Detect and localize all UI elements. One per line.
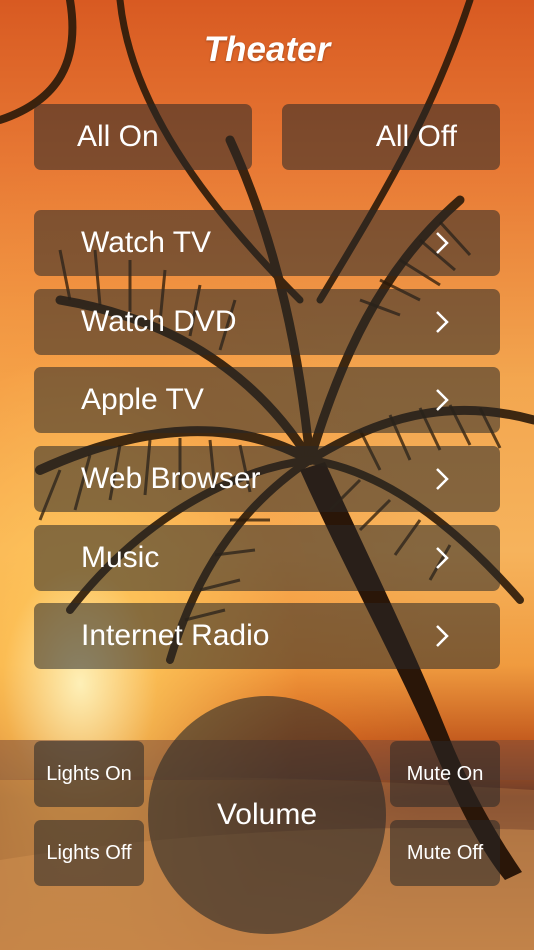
menu-item-watch-dvd[interactable]: Watch DVD <box>34 289 500 355</box>
menu-item-label: Music <box>81 541 160 574</box>
chevron-right-icon <box>422 459 462 499</box>
menu-item-internet-radio[interactable]: Internet Radio <box>34 603 500 669</box>
chevron-right-icon <box>422 616 462 656</box>
menu-item-label: Watch DVD <box>81 305 237 338</box>
menu-item-apple-tv[interactable]: Apple TV <box>34 367 500 433</box>
menu-item-label: Watch TV <box>81 226 212 259</box>
chevron-right-icon <box>422 380 462 420</box>
all-on-button[interactable]: All On <box>34 104 252 170</box>
mute-off-button[interactable]: Mute Off <box>390 820 500 886</box>
volume-label: Volume <box>216 798 318 831</box>
mute-on-button[interactable]: Mute On <box>390 741 500 807</box>
chevron-right-icon <box>422 223 462 263</box>
volume-dial[interactable]: Volume <box>148 696 386 934</box>
menu-item-watch-tv[interactable]: Watch TV <box>34 210 500 276</box>
page-title: Theater <box>203 30 331 69</box>
menu-item-label: Internet Radio <box>81 619 270 652</box>
chevron-right-icon <box>422 302 462 342</box>
menu-item-music[interactable]: Music <box>34 525 500 591</box>
chevron-right-icon <box>422 538 462 578</box>
menu-item-web-browser[interactable]: Web Browser <box>34 446 500 512</box>
lights-on-button[interactable]: Lights On <box>34 741 144 807</box>
lights-off-button[interactable]: Lights Off <box>34 820 144 886</box>
menu-item-label: Apple TV <box>81 383 204 416</box>
all-off-button[interactable]: All Off <box>282 104 500 170</box>
menu-item-label: Web Browser <box>81 462 261 495</box>
